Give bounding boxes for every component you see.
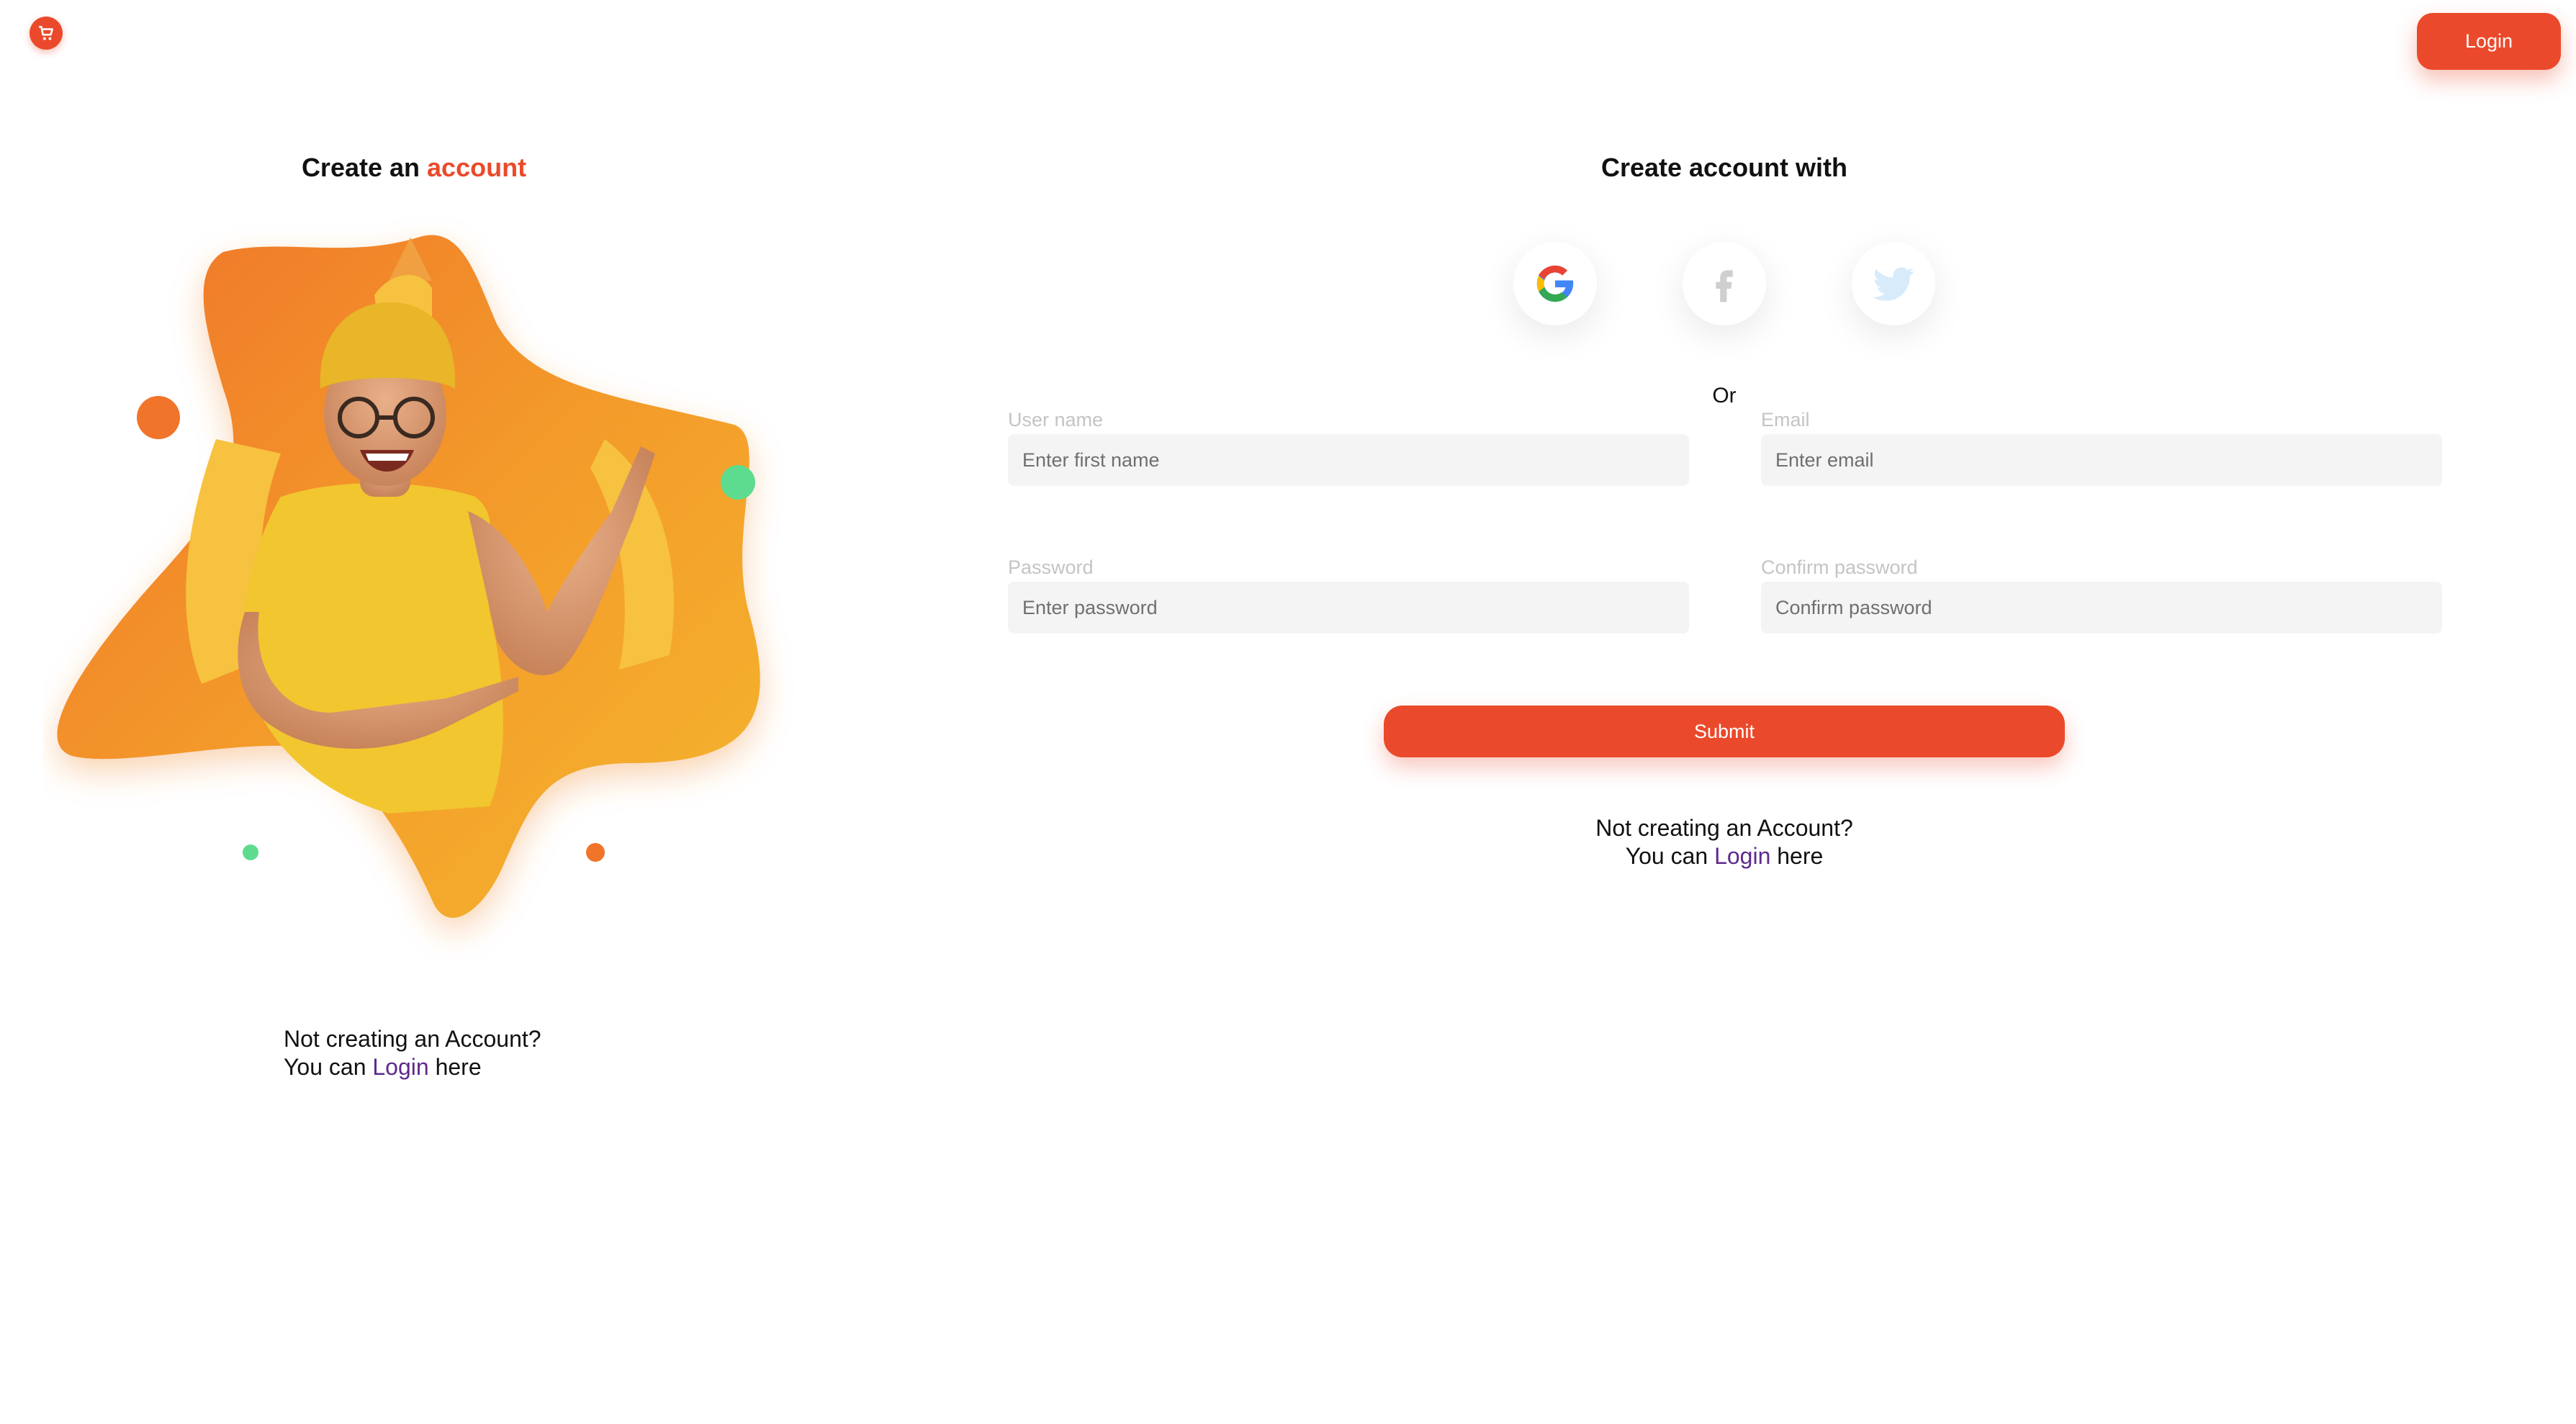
title-prefix: Create an (301, 153, 420, 182)
google-icon (1536, 265, 1574, 302)
username-input[interactable] (1008, 434, 1689, 486)
twitter-signup-button[interactable] (1852, 242, 1935, 325)
prompt-line2: You can Login here (284, 1053, 541, 1081)
prompt-prefix: You can (1625, 843, 1708, 869)
email-label: Email (1761, 409, 1810, 431)
confirm-password-input[interactable] (1761, 582, 2442, 634)
orange-dot-large (137, 396, 180, 439)
twitter-icon (1873, 267, 1914, 301)
login-prompt-left: Not creating an Account? You can Login h… (284, 1025, 541, 1081)
prompt-line2: You can Login here (1296, 842, 2153, 870)
prompt-line1: Not creating an Account? (284, 1026, 541, 1052)
page-title: Create an account (108, 153, 720, 183)
logo[interactable] (30, 17, 63, 50)
orange-dot-small (586, 843, 605, 862)
facebook-signup-button[interactable] (1683, 242, 1766, 325)
password-input[interactable] (1008, 582, 1689, 634)
password-label: Password (1008, 556, 1094, 578)
login-link-right[interactable]: Login (1714, 843, 1770, 869)
login-link-left[interactable]: Login (372, 1054, 428, 1080)
username-label: User name (1008, 409, 1104, 431)
google-signup-button[interactable] (1513, 242, 1597, 325)
prompt-line1: Not creating an Account? (1595, 815, 1853, 841)
login-prompt-right: Not creating an Account? You can Login h… (1296, 814, 2153, 870)
person-shirt (243, 483, 503, 814)
green-dot-large (721, 465, 755, 500)
hero-illustration (57, 235, 760, 918)
prompt-prefix: You can (284, 1054, 366, 1080)
or-divider: Or (1712, 384, 1737, 407)
green-dot-small (243, 844, 258, 860)
prompt-suffix: here (1777, 843, 1824, 869)
facebook-icon (1716, 270, 1733, 302)
submit-button[interactable]: Submit (1384, 706, 2065, 757)
confirm-password-label: Confirm password (1761, 556, 1918, 578)
login-button[interactable]: Login (2417, 13, 2561, 70)
signup-methods-title: Create account with (1600, 153, 1848, 182)
prompt-suffix: here (435, 1054, 482, 1080)
title-accent: account (427, 153, 527, 182)
cart-icon (39, 26, 53, 40)
email-input[interactable] (1761, 434, 2442, 486)
